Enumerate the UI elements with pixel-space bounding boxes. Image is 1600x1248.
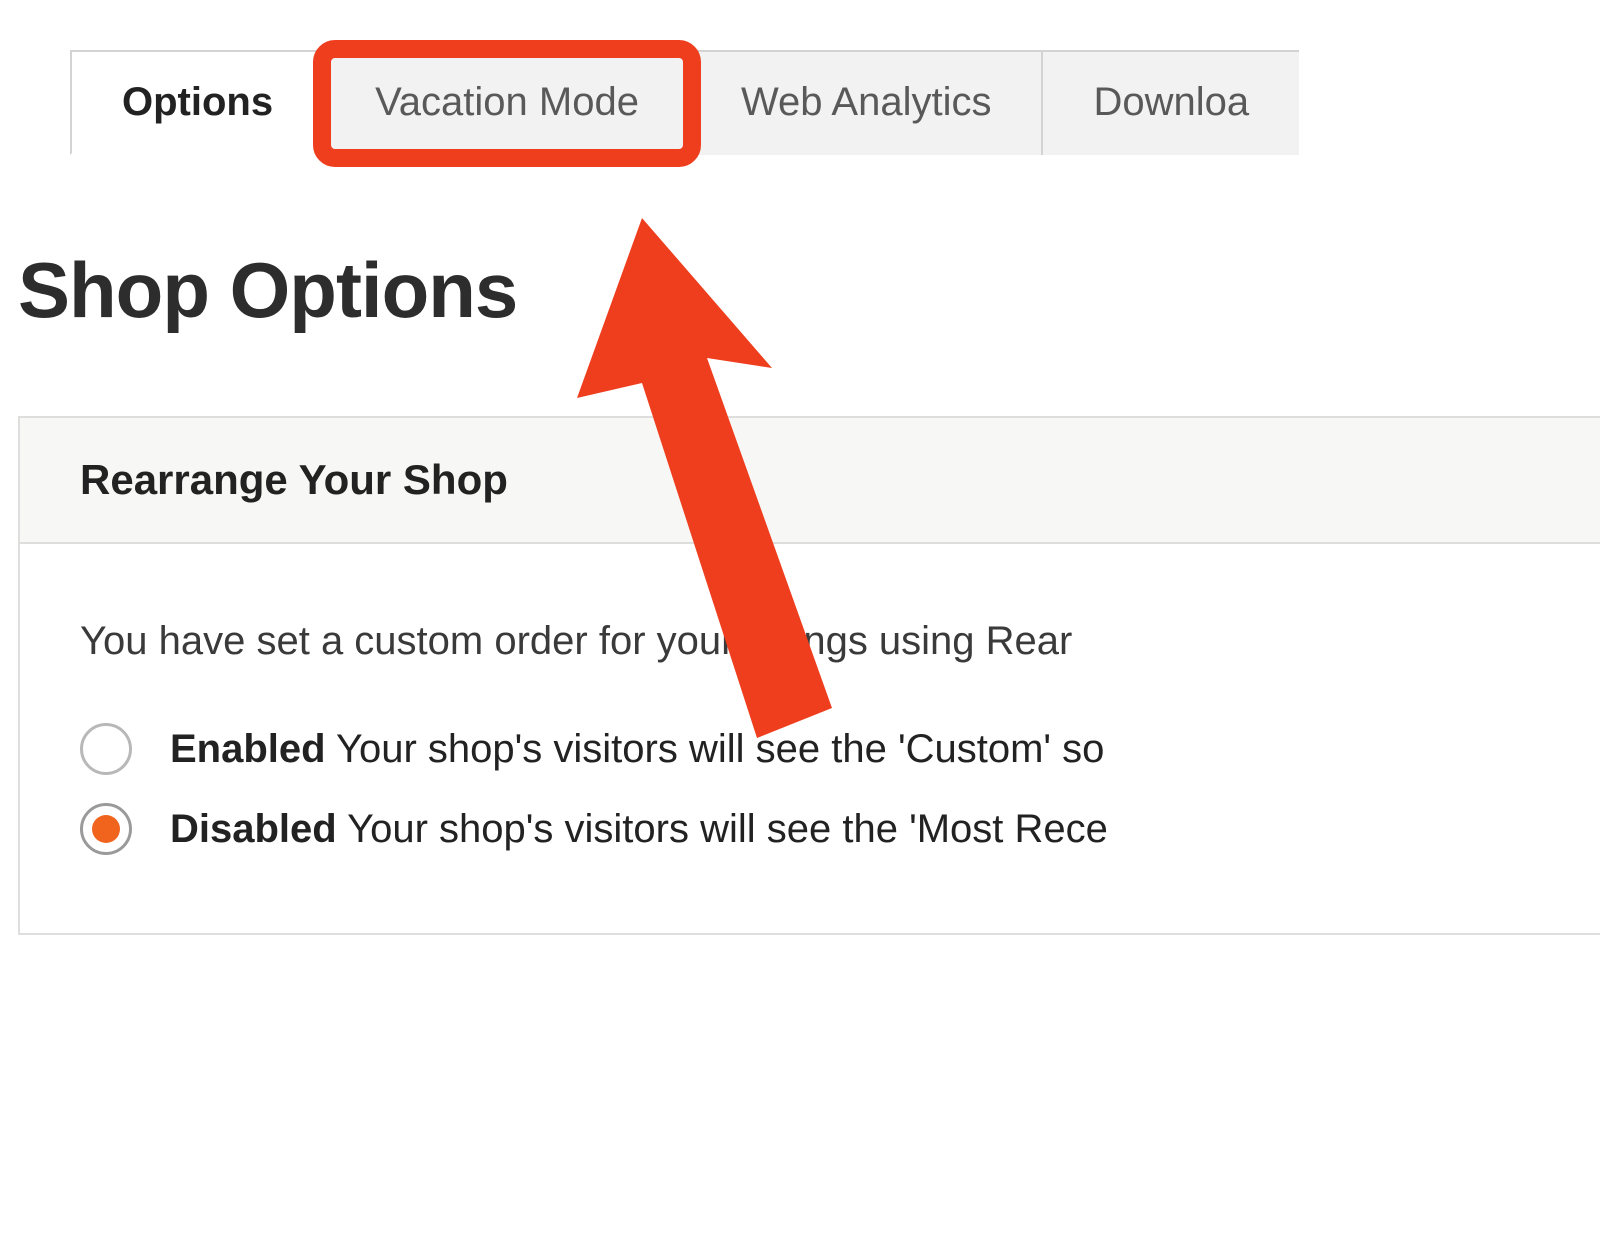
section-header: Rearrange Your Shop [20, 418, 1600, 544]
radio-dot [92, 815, 120, 843]
tab-options[interactable]: Options [70, 50, 325, 155]
section-title: Rearrange Your Shop [80, 456, 1540, 504]
tab-web-analytics[interactable]: Web Analytics [689, 50, 1044, 155]
radio-label-disabled: Disabled Your shop's visitors will see t… [170, 807, 1108, 852]
section-body: You have set a custom order for your lis… [20, 544, 1600, 933]
tab-label: Options [122, 80, 273, 124]
radio-label-rest: Your shop's visitors will see the 'Most … [337, 807, 1108, 851]
page-title: Shop Options [18, 245, 1600, 336]
tab-label: Vacation Mode [375, 80, 639, 124]
tab-vacation-mode[interactable]: Vacation Mode [323, 50, 691, 155]
tab-bar: Options Vacation Mode Web Analytics Down… [70, 50, 1600, 155]
radio-label-strong: Disabled [170, 807, 337, 851]
radio-enabled[interactable] [80, 723, 132, 775]
radio-label-rest: Your shop's visitors will see the 'Custo… [326, 727, 1105, 771]
tab-label: Web Analytics [741, 80, 992, 124]
tab-label: Downloa [1093, 80, 1249, 124]
section-rearrange-shop: Rearrange Your Shop You have set a custo… [18, 416, 1600, 935]
radio-row-disabled: Disabled Your shop's visitors will see t… [80, 803, 1540, 855]
tab-download[interactable]: Downloa [1041, 50, 1299, 155]
radio-label-enabled: Enabled Your shop's visitors will see th… [170, 727, 1104, 772]
radio-row-enabled: Enabled Your shop's visitors will see th… [80, 723, 1540, 775]
radio-label-strong: Enabled [170, 727, 326, 771]
section-description: You have set a custom order for your lis… [80, 614, 1540, 668]
radio-disabled[interactable] [80, 803, 132, 855]
